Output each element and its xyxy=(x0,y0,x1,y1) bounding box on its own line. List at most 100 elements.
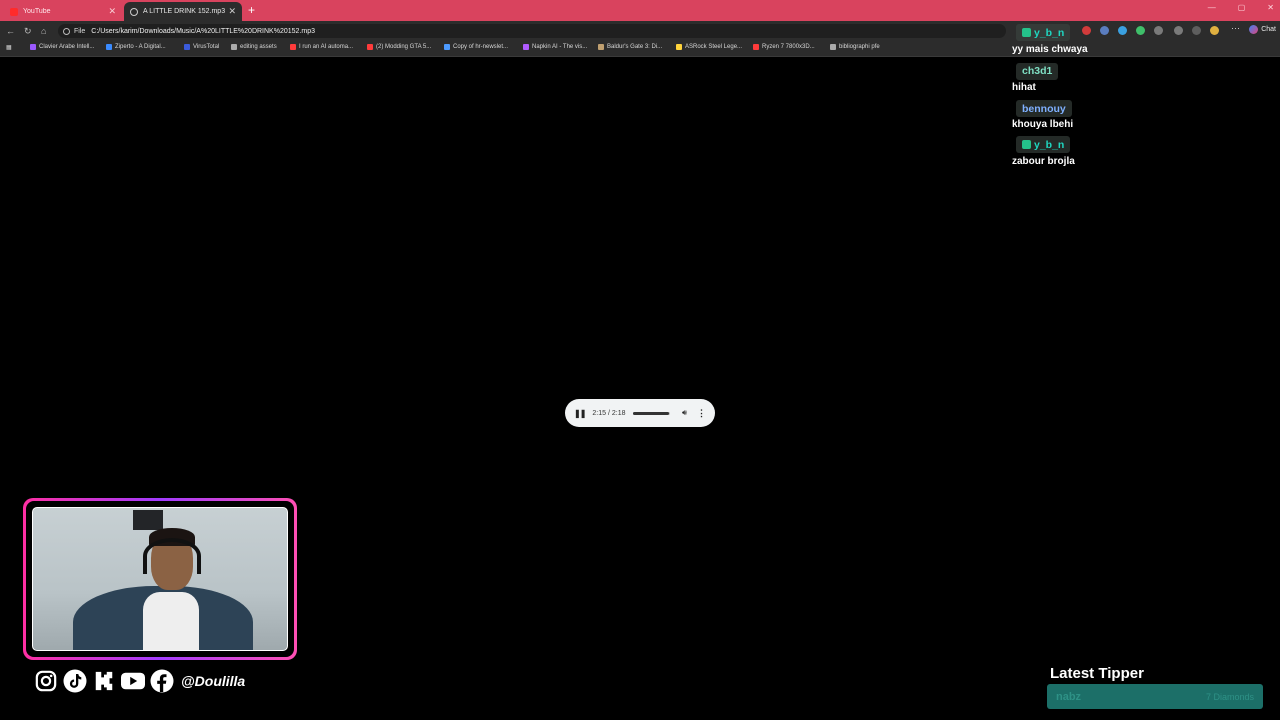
folder-icon xyxy=(830,44,836,50)
bookmark-label: Napkin AI - The vis... xyxy=(532,44,588,50)
kick-icon xyxy=(92,669,116,693)
latest-tipper-box: nabz 7 Diamonds xyxy=(1047,684,1263,709)
youtube-icon xyxy=(121,669,145,693)
maximize-icon[interactable]: ▢ xyxy=(1238,3,1246,12)
bookmark-item[interactable]: Copy of hr-newslet... xyxy=(444,44,508,50)
latest-tipper-title: Latest Tipper xyxy=(1050,665,1144,682)
bookmark-item[interactable]: VirusTotal xyxy=(184,44,219,50)
globe-icon xyxy=(130,7,138,16)
bookmark-label: Baldur's Gate 3: Di... xyxy=(607,44,663,50)
bookmark-label: (2) Modding GTA 5... xyxy=(376,44,432,50)
menu-icon[interactable]: ⋯ xyxy=(1231,23,1240,34)
apps-icon[interactable]: ▦ xyxy=(6,44,12,51)
chat-overlay: y_b_n yy mais chwaya ch3d1 hihat bennouy khou… xyxy=(1012,24,1212,173)
reload-icon[interactable]: ↻ xyxy=(24,25,32,37)
back-icon[interactable]: ← xyxy=(6,25,15,37)
bookmark-label: ASRock Steel Lege... xyxy=(685,44,743,50)
youtube-icon xyxy=(367,44,373,50)
bookmark-label: I run an AI automa... xyxy=(299,44,354,50)
tab-youtube[interactable]: YouTube ✕ xyxy=(4,2,122,21)
close-icon[interactable]: ✕ xyxy=(228,6,236,17)
bookmark-label: VirusTotal xyxy=(193,44,220,50)
chat-username: y_b_n xyxy=(1016,136,1071,153)
bookmark-item[interactable]: Clavier Arabe Intell... xyxy=(30,44,94,50)
social-handle: @Doulilla xyxy=(181,673,246,689)
tipper-amount: 7 Diamonds xyxy=(1205,691,1254,702)
minimize-icon[interactable]: — xyxy=(1208,3,1216,12)
chat-message: ch3d1 hihat xyxy=(1012,61,1212,93)
address-bar[interactable]: File C:/Users/karim/Downloads/Music/A%20… xyxy=(58,24,1006,38)
bookmark-item[interactable]: Ziperto - A Digital... xyxy=(106,44,166,50)
chat-username: ch3d1 xyxy=(1016,62,1059,80)
pause-button[interactable]: ❚❚ xyxy=(574,409,586,418)
tab-label: YouTube xyxy=(23,8,51,15)
social-links: @Doulilla xyxy=(34,669,245,693)
more-options-icon[interactable]: ⋮ xyxy=(697,408,706,419)
bookmark-icon xyxy=(444,44,450,50)
bookmark-icon xyxy=(290,44,296,50)
home-icon[interactable]: ⌂ xyxy=(41,25,46,37)
chat-username: y_b_n xyxy=(1016,24,1071,41)
chat-text: yy mais chwaya xyxy=(1012,44,1088,55)
chat-text: khouya lbehi xyxy=(1012,119,1074,130)
bookmark-item[interactable]: I run an AI automa... xyxy=(290,44,353,50)
seek-slider[interactable] xyxy=(632,411,670,415)
bookmark-item[interactable]: bibliographi pfe xyxy=(830,44,880,50)
chat-username-text: y_b_n xyxy=(1034,26,1065,39)
chat-username-text: y_b_n xyxy=(1034,138,1065,151)
bookmark-label: Ziperto - A Digital... xyxy=(115,44,166,50)
bookmark-icon xyxy=(523,44,529,50)
chat-text: hihat xyxy=(1012,81,1036,93)
tab-label: A LITTLE DRINK 152.mp3 xyxy=(143,8,226,15)
url-text[interactable]: C:/Users/karim/Downloads/Music/A%20LITTL… xyxy=(91,28,315,35)
tab-audio-file[interactable]: A LITTLE DRINK 152.mp3 ✕ xyxy=(124,2,242,21)
bookmark-icon xyxy=(184,44,190,50)
bookmark-item[interactable]: (2) Modding GTA 5... xyxy=(367,44,431,50)
bookmark-icon xyxy=(676,44,682,50)
chat-username-text: ch3d1 xyxy=(1022,65,1053,77)
tiktok-icon xyxy=(63,669,87,693)
chat-button-label: Chat xyxy=(1261,26,1276,33)
chat-username: bennouy xyxy=(1016,100,1072,117)
close-window-icon[interactable]: ✕ xyxy=(1267,3,1274,12)
tipper-name: nabz xyxy=(1056,690,1082,703)
subscriber-badge-icon xyxy=(1022,28,1031,37)
window-controls: — ▢ ✕ xyxy=(1208,3,1274,12)
subscriber-badge-icon xyxy=(1022,140,1031,149)
bookmark-label: editing assets xyxy=(240,44,277,50)
folder-icon xyxy=(231,44,237,50)
new-tab-button[interactable]: + xyxy=(248,3,255,17)
close-icon[interactable]: ✕ xyxy=(108,6,116,17)
bookmark-icon xyxy=(598,44,604,50)
audio-player: ❚❚ 2:15 / 2:18 🔊︎ ⋮ xyxy=(565,399,715,427)
youtube-icon xyxy=(753,44,759,50)
playback-time: 2:15 / 2:18 xyxy=(592,409,626,417)
url-scheme: File xyxy=(74,27,86,35)
instagram-icon xyxy=(34,669,58,693)
chat-message: y_b_nyy mais chwaya xyxy=(1012,24,1212,55)
webcam-video xyxy=(32,507,288,651)
bookmark-item[interactable]: ASRock Steel Lege... xyxy=(676,44,742,50)
webcam-frame xyxy=(23,498,297,660)
bookmark-item[interactable]: editing assets xyxy=(231,44,277,50)
copilot-icon xyxy=(1249,25,1259,34)
info-icon[interactable] xyxy=(63,27,70,35)
chat-username-text: bennouy xyxy=(1022,102,1066,115)
copilot-chat-button[interactable]: Chat xyxy=(1249,25,1276,34)
chat-text: zabour brojla xyxy=(1012,156,1075,167)
bookmark-icon xyxy=(106,44,112,50)
bookmark-item[interactable]: Baldur's Gate 3: Di... xyxy=(598,44,662,50)
seek-fill xyxy=(632,411,670,415)
bookmark-label: Clavier Arabe Intell... xyxy=(39,44,95,50)
chat-message: bennouy khouya lbehi xyxy=(1012,99,1212,130)
bookmark-label: Copy of hr-newslet... xyxy=(453,44,509,50)
bookmark-icon xyxy=(30,44,36,50)
youtube-icon xyxy=(10,7,18,16)
bookmark-item[interactable]: Ryzen 7 7800x3D... xyxy=(753,44,815,50)
facebook-icon xyxy=(150,669,174,693)
bookmark-item[interactable]: Napkin AI - The vis... xyxy=(523,44,587,50)
bookmark-label: bibliographi pfe xyxy=(839,44,880,50)
chat-message: y_b_nzabour brojla xyxy=(1012,136,1212,167)
bookmark-label: Ryzen 7 7800x3D... xyxy=(762,44,815,50)
volume-icon[interactable]: 🔊︎ xyxy=(682,408,687,418)
